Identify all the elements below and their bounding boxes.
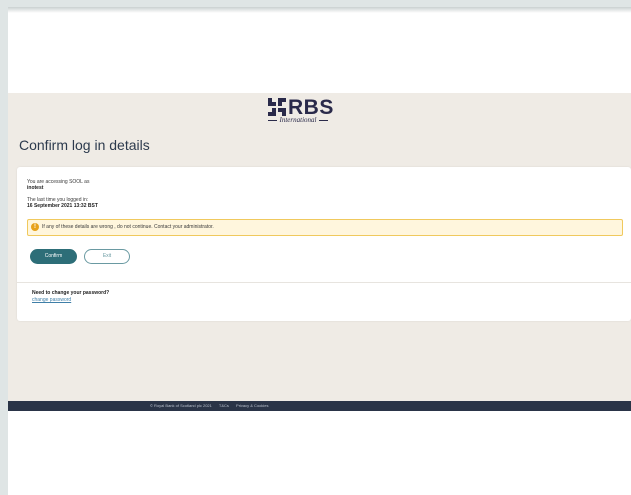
page-title: Confirm log in details <box>19 137 150 153</box>
window-shadow <box>8 7 631 13</box>
card-divider <box>17 282 631 283</box>
warning-text: If any of these details are wrong , do n… <box>42 224 214 230</box>
window-frame-left <box>0 0 8 495</box>
rbs-daisy-icon <box>268 98 286 116</box>
footer: © Royal Bank of Scotland plc 2021 T&Cs P… <box>8 401 631 411</box>
last-login-value: 16 September 2021 13:32 BST <box>27 203 98 209</box>
footer-copyright: © Royal Bank of Scotland plc 2021 <box>150 403 212 408</box>
change-password-link[interactable]: change password <box>32 297 71 303</box>
warning-banner: ! If any of these details are wrong , do… <box>27 219 623 236</box>
confirm-button[interactable]: Confirm <box>30 249 77 264</box>
exit-button[interactable]: Exit <box>84 249 130 264</box>
login-details-card: You are accessing SOOL as inotest The la… <box>17 167 631 321</box>
info-icon: ! <box>31 223 39 231</box>
username-value: inotest <box>27 185 44 191</box>
password-heading: Need to change your password? <box>32 290 110 296</box>
footer-link-tcs[interactable]: T&Cs <box>219 403 229 408</box>
logo-subtitle: International <box>263 116 333 124</box>
footer-link-privacy[interactable]: Privacy & Cookies <box>236 403 268 408</box>
window-frame-top <box>0 0 631 7</box>
footer-items: © Royal Bank of Scotland plc 2021 T&Cs P… <box>150 403 275 408</box>
rbs-logo: RBS International <box>258 96 338 126</box>
